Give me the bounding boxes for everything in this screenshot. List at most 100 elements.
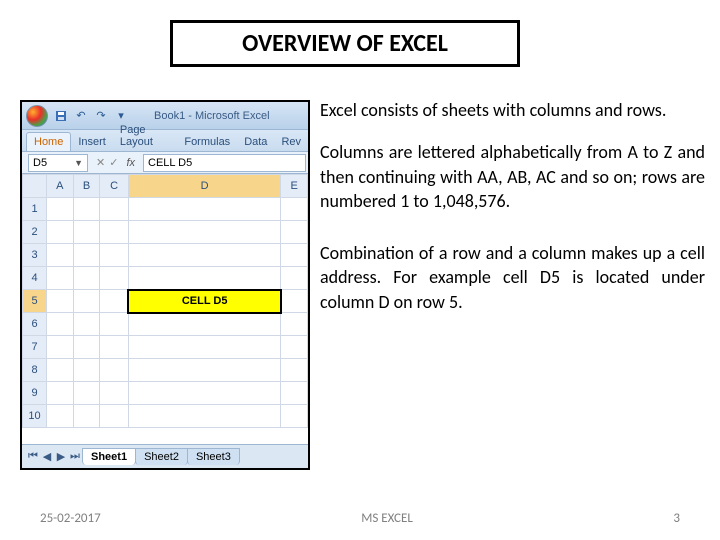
cell[interactable] bbox=[73, 267, 100, 290]
cell[interactable] bbox=[100, 244, 129, 267]
cell-d5[interactable]: CELL D5 bbox=[128, 290, 280, 313]
spreadsheet-grid[interactable]: A B C D E 1 2 3 4 5 CELL D5 6 7 8 9 10 bbox=[22, 174, 308, 444]
cell[interactable] bbox=[100, 290, 129, 313]
last-sheet-icon[interactable]: ⏭ bbox=[68, 450, 82, 463]
save-icon[interactable] bbox=[54, 109, 68, 123]
cancel-icon[interactable]: ✕ bbox=[96, 156, 105, 169]
row-header[interactable]: 7 bbox=[23, 336, 47, 359]
select-all-corner[interactable] bbox=[23, 175, 47, 198]
name-box-dropdown-icon[interactable]: ▼ bbox=[74, 158, 83, 168]
excel-screenshot: ↶ ↷ ▾ Book1 - Microsoft Excel Home Inser… bbox=[20, 100, 310, 470]
cell[interactable] bbox=[128, 244, 280, 267]
cell[interactable] bbox=[128, 198, 280, 221]
cell[interactable] bbox=[100, 359, 129, 382]
fx-icon[interactable]: fx bbox=[126, 157, 135, 169]
cell[interactable] bbox=[73, 198, 100, 221]
cell[interactable] bbox=[47, 313, 74, 336]
row-header[interactable]: 5 bbox=[23, 290, 47, 313]
name-box[interactable]: D5 ▼ bbox=[28, 154, 88, 172]
first-sheet-icon[interactable]: ⏮ bbox=[26, 450, 40, 463]
cell[interactable] bbox=[73, 336, 100, 359]
cell[interactable] bbox=[281, 336, 308, 359]
formula-bar-row: D5 ▼ ✕ ✓ fx CELL D5 bbox=[22, 152, 308, 174]
cell[interactable] bbox=[73, 313, 100, 336]
cell[interactable] bbox=[47, 359, 74, 382]
cell[interactable] bbox=[100, 221, 129, 244]
tab-home[interactable]: Home bbox=[26, 132, 71, 151]
tab-insert[interactable]: Insert bbox=[71, 133, 113, 151]
cell[interactable] bbox=[73, 382, 100, 405]
cell[interactable] bbox=[47, 382, 74, 405]
paragraph-2: Columns are lettered alphabetically from… bbox=[320, 140, 705, 213]
col-header-b[interactable]: B bbox=[73, 175, 100, 198]
row-header[interactable]: 10 bbox=[23, 405, 47, 428]
cell[interactable] bbox=[128, 405, 280, 428]
sheet-tab-2[interactable]: Sheet2 bbox=[135, 448, 188, 465]
cell[interactable] bbox=[47, 221, 74, 244]
cell[interactable] bbox=[73, 359, 100, 382]
cell[interactable] bbox=[73, 244, 100, 267]
col-header-d[interactable]: D bbox=[128, 175, 280, 198]
cell[interactable] bbox=[47, 244, 74, 267]
cell[interactable] bbox=[128, 336, 280, 359]
next-sheet-icon[interactable]: ▶ bbox=[54, 450, 68, 463]
cell[interactable] bbox=[100, 198, 129, 221]
formula-bar-value: CELL D5 bbox=[148, 157, 192, 169]
cell[interactable] bbox=[100, 267, 129, 290]
enter-icon[interactable]: ✓ bbox=[109, 156, 118, 169]
row-header[interactable]: 1 bbox=[23, 198, 47, 221]
sheet-tab-1[interactable]: Sheet1 bbox=[82, 448, 136, 465]
slide-title: OVERVIEW OF EXCEL bbox=[170, 20, 520, 67]
tab-formulas[interactable]: Formulas bbox=[177, 133, 237, 151]
formula-bar[interactable]: CELL D5 bbox=[143, 154, 306, 172]
cell[interactable] bbox=[47, 198, 74, 221]
tab-review[interactable]: Rev bbox=[274, 133, 308, 151]
cell[interactable] bbox=[100, 336, 129, 359]
cell[interactable] bbox=[281, 405, 308, 428]
footer-page-number: 3 bbox=[673, 511, 680, 526]
cell[interactable] bbox=[281, 382, 308, 405]
redo-icon[interactable]: ↷ bbox=[94, 109, 108, 123]
row-header[interactable]: 6 bbox=[23, 313, 47, 336]
row-header[interactable]: 3 bbox=[23, 244, 47, 267]
cell[interactable] bbox=[73, 221, 100, 244]
tab-data[interactable]: Data bbox=[237, 133, 274, 151]
cell[interactable] bbox=[281, 359, 308, 382]
cell[interactable] bbox=[100, 313, 129, 336]
sheet-tab-bar: ⏮ ◀ ▶ ⏭ Sheet1 Sheet2 Sheet3 bbox=[22, 444, 308, 468]
cell[interactable] bbox=[281, 198, 308, 221]
tab-page-layout[interactable]: Page Layout bbox=[113, 121, 177, 151]
col-header-c[interactable]: C bbox=[100, 175, 129, 198]
cell[interactable] bbox=[281, 313, 308, 336]
cell[interactable] bbox=[100, 382, 129, 405]
cell[interactable] bbox=[73, 405, 100, 428]
cell[interactable] bbox=[128, 313, 280, 336]
cell[interactable] bbox=[47, 405, 74, 428]
row-header[interactable]: 4 bbox=[23, 267, 47, 290]
cell[interactable] bbox=[281, 290, 308, 313]
row-header[interactable]: 2 bbox=[23, 221, 47, 244]
undo-icon[interactable]: ↶ bbox=[74, 109, 88, 123]
cell[interactable] bbox=[281, 221, 308, 244]
paragraph-3: Combination of a row and a column makes … bbox=[320, 241, 705, 314]
cell[interactable] bbox=[73, 290, 100, 313]
cell[interactable] bbox=[128, 359, 280, 382]
row-header[interactable]: 8 bbox=[23, 359, 47, 382]
cell[interactable] bbox=[128, 221, 280, 244]
cell[interactable] bbox=[47, 290, 74, 313]
slide-body: Excel consists of sheets with columns an… bbox=[320, 98, 705, 332]
cell[interactable] bbox=[281, 244, 308, 267]
col-header-e[interactable]: E bbox=[281, 175, 308, 198]
office-button-icon[interactable] bbox=[26, 105, 48, 127]
cell[interactable] bbox=[47, 267, 74, 290]
cell[interactable] bbox=[128, 267, 280, 290]
cell[interactable] bbox=[100, 405, 129, 428]
slide-footer: 25-02-2017 MS EXCEL 3 bbox=[0, 511, 720, 526]
cell[interactable] bbox=[281, 267, 308, 290]
prev-sheet-icon[interactable]: ◀ bbox=[40, 450, 54, 463]
row-header[interactable]: 9 bbox=[23, 382, 47, 405]
cell[interactable] bbox=[47, 336, 74, 359]
sheet-tab-3[interactable]: Sheet3 bbox=[187, 448, 240, 465]
cell[interactable] bbox=[128, 382, 280, 405]
col-header-a[interactable]: A bbox=[47, 175, 74, 198]
